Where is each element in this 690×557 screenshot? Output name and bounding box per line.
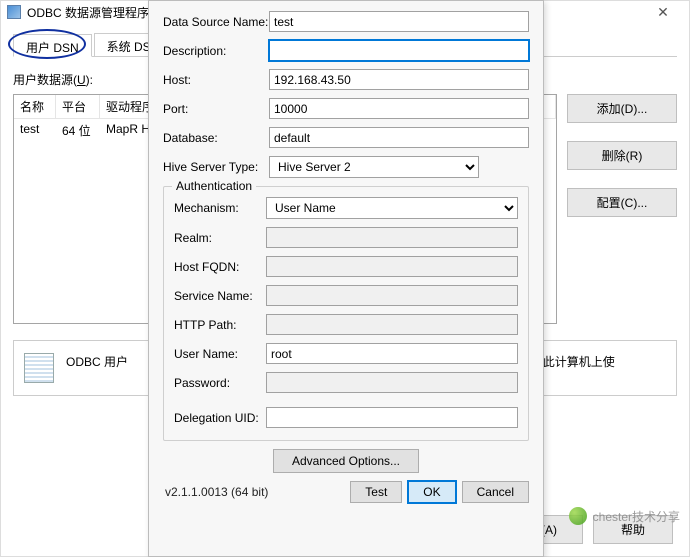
mechanism-label: Mechanism: <box>174 201 266 215</box>
service-name-input <box>266 285 518 306</box>
cancel-button[interactable]: Cancel <box>462 481 529 503</box>
service-name-label: Service Name: <box>174 289 266 303</box>
authentication-group: Authentication Mechanism: User Name Real… <box>163 186 529 441</box>
dsn-config-dialog: Data Source Name: Description: Host: Por… <box>148 0 544 557</box>
cell-name: test <box>14 119 56 142</box>
host-fqdn-input <box>266 256 518 277</box>
database-label: Database: <box>163 131 269 145</box>
advanced-options-button[interactable]: Advanced Options... <box>273 449 419 473</box>
dsn-input[interactable] <box>269 11 529 32</box>
port-input[interactable] <box>269 98 529 119</box>
http-path-label: HTTP Path: <box>174 318 266 332</box>
tab-user-dsn[interactable]: 用户 DSN <box>13 34 92 57</box>
description-input[interactable] <box>269 40 529 61</box>
tab-label: 用户 DSN <box>26 41 79 55</box>
password-label: Password: <box>174 376 266 390</box>
watermark: chester技术分享 <box>569 507 680 525</box>
cell-platform: 64 位 <box>56 119 100 142</box>
version-label: v2.1.1.0013 (64 bit) <box>165 485 344 499</box>
th-platform[interactable]: 平台 <box>56 95 100 118</box>
configure-button[interactable]: 配置(C)... <box>567 188 677 217</box>
close-icon[interactable]: ✕ <box>643 2 683 22</box>
password-input <box>266 372 518 393</box>
app-icon <box>7 5 21 19</box>
delete-button[interactable]: 删除(R) <box>567 141 677 170</box>
dsn-label: Data Source Name: <box>163 15 269 29</box>
add-button[interactable]: 添加(D)... <box>567 94 677 123</box>
ok-button[interactable]: OK <box>408 481 455 503</box>
window-title: ODBC 数据源管理程序 <box>27 4 149 21</box>
database-input[interactable] <box>269 127 529 148</box>
host-input[interactable] <box>269 69 529 90</box>
port-label: Port: <box>163 102 269 116</box>
delegation-uid-input[interactable] <box>266 407 518 428</box>
user-name-label: User Name: <box>174 347 266 361</box>
th-name[interactable]: 名称 <box>14 95 56 118</box>
realm-label: Realm: <box>174 231 266 245</box>
hive-server-type-label: Hive Server Type: <box>163 160 269 174</box>
description-label: Description: <box>163 44 269 58</box>
watermark-text: chester技术分享 <box>593 508 680 525</box>
delegation-uid-label: Delegation UID: <box>174 411 266 425</box>
http-path-input <box>266 314 518 335</box>
mechanism-select[interactable]: User Name <box>266 197 518 219</box>
wechat-icon <box>569 507 587 525</box>
host-fqdn-label: Host FQDN: <box>174 260 266 274</box>
user-name-input[interactable] <box>266 343 518 364</box>
auth-legend: Authentication <box>172 179 256 193</box>
info-icon <box>24 353 54 383</box>
realm-input <box>266 227 518 248</box>
hive-server-type-select[interactable]: Hive Server 2 <box>269 156 479 178</box>
host-label: Host: <box>163 73 269 87</box>
test-button[interactable]: Test <box>350 481 402 503</box>
